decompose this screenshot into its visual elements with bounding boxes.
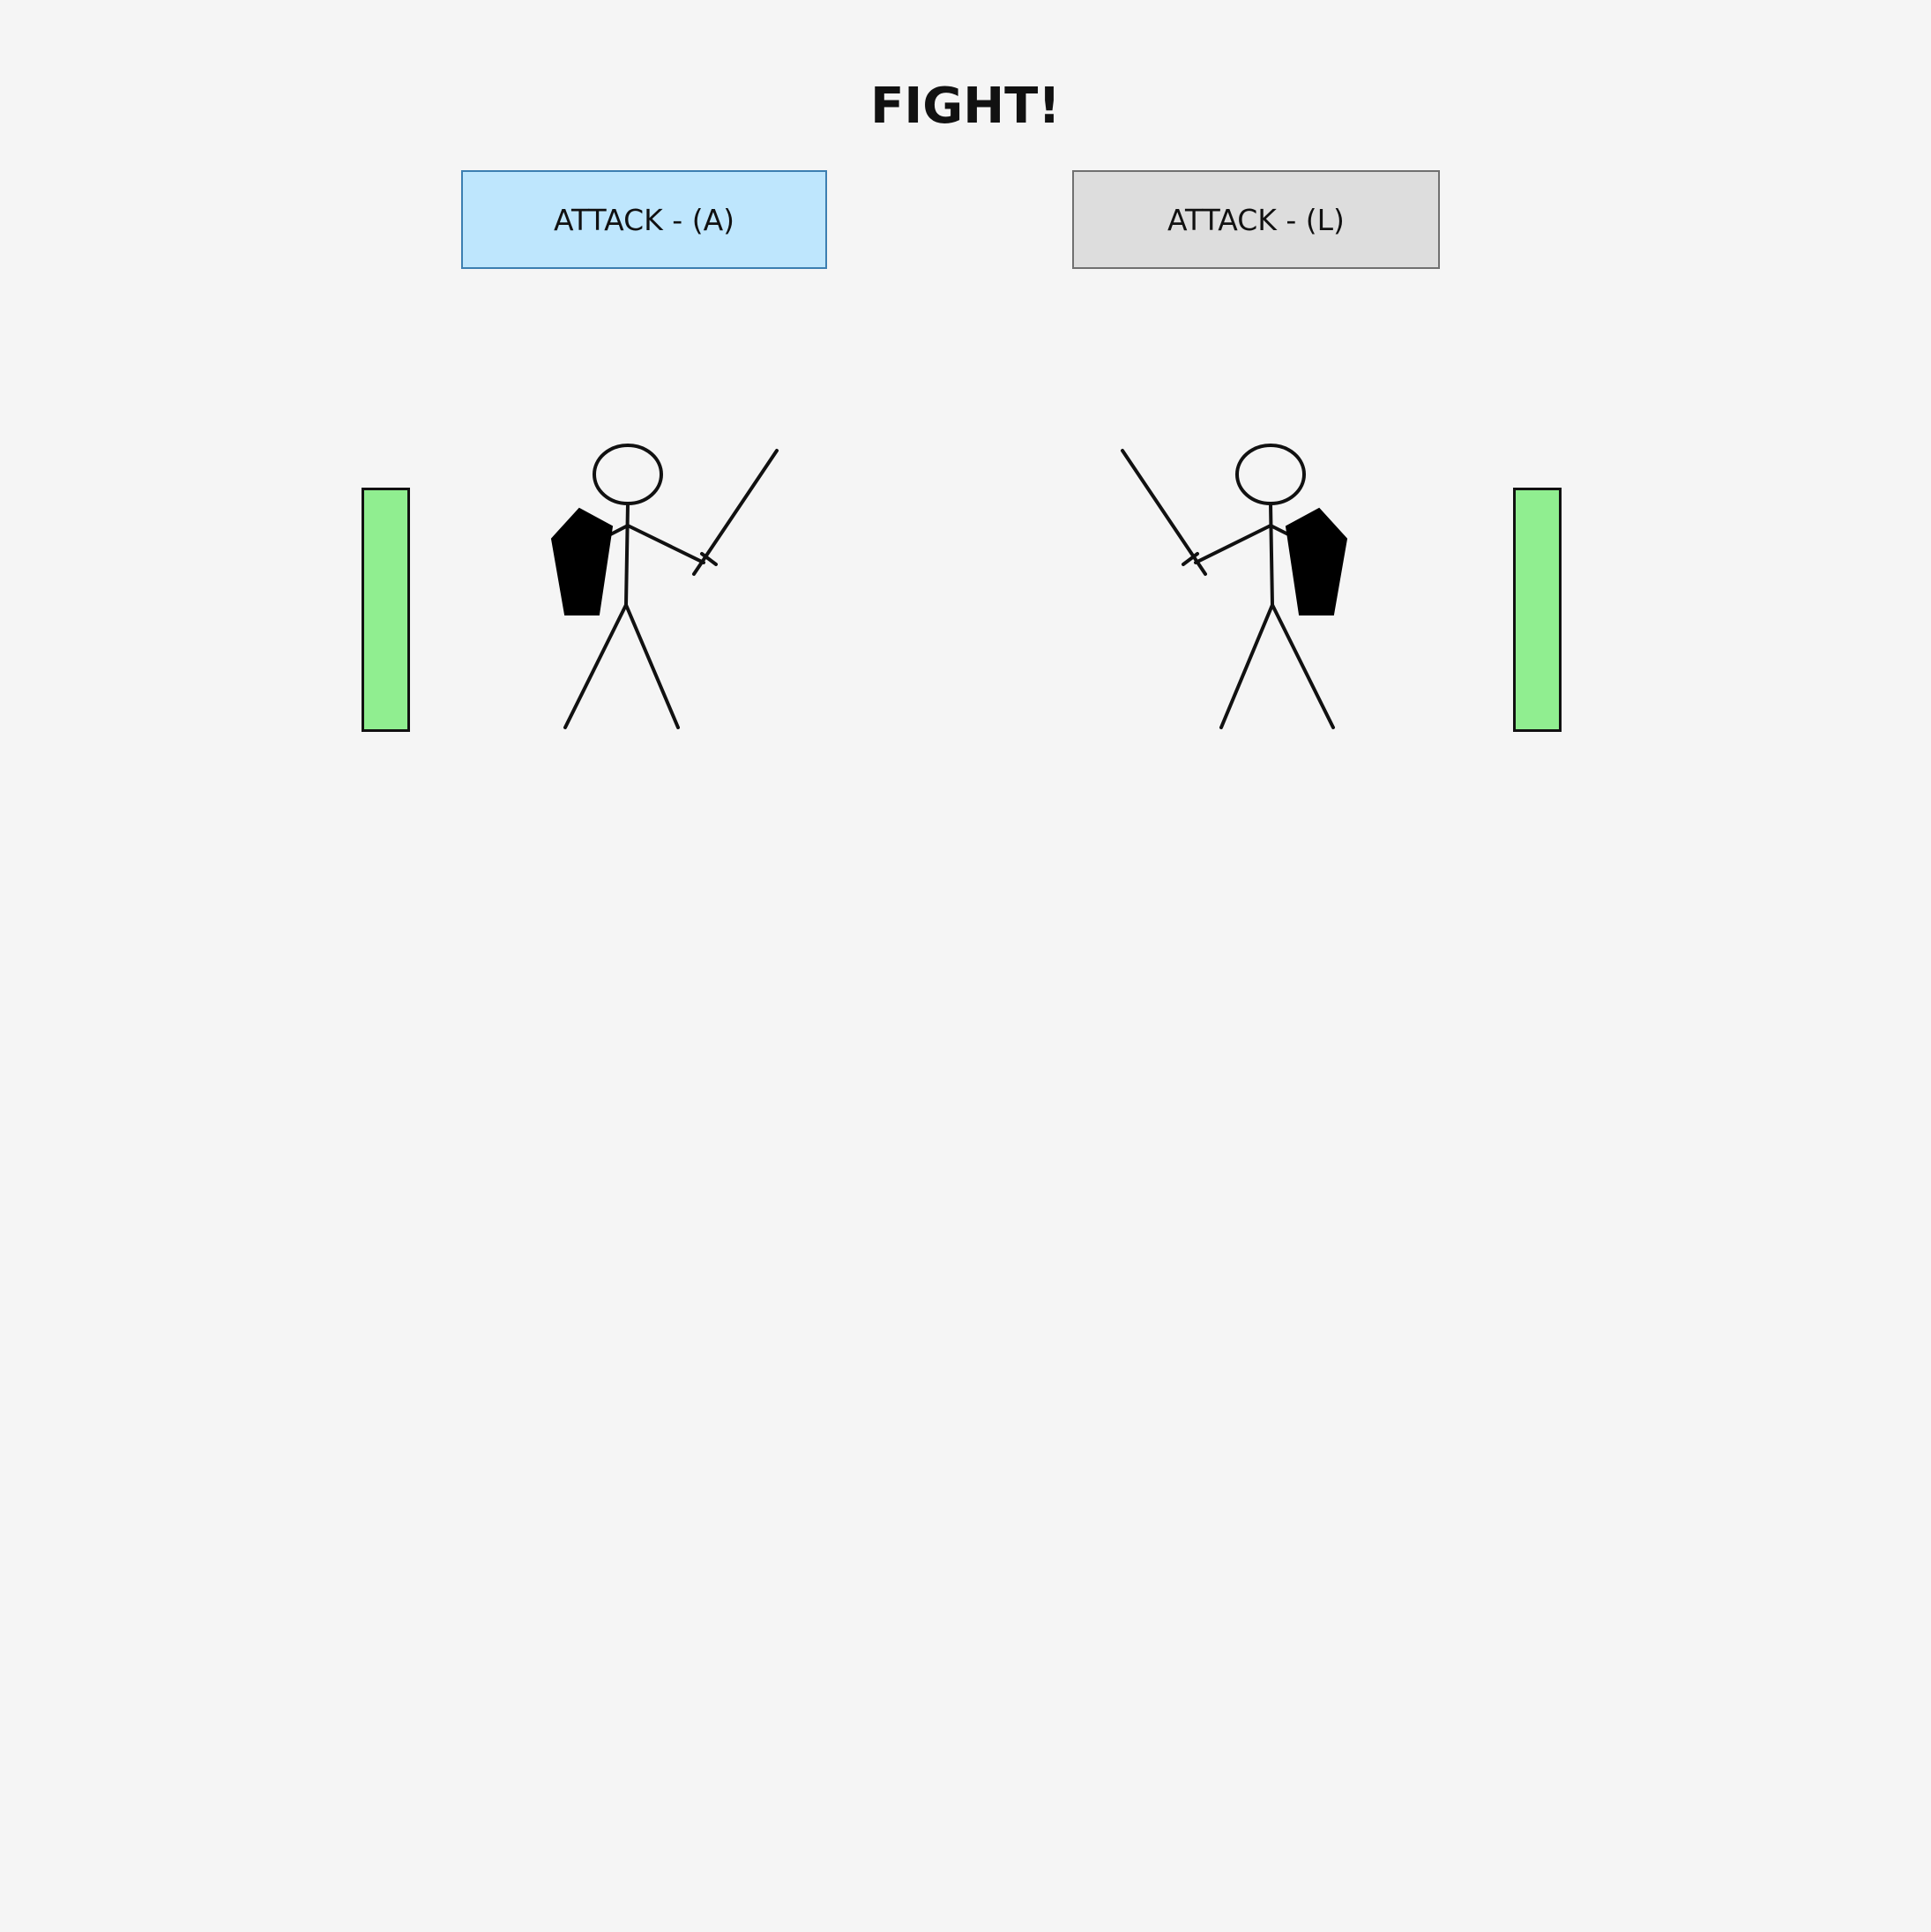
- player1-shield-icon: [550, 507, 614, 615]
- player2-left-leg: [1219, 603, 1274, 729]
- player1-left-leg: [563, 603, 628, 729]
- player1-attack-label: ATTACK - (A): [553, 202, 735, 237]
- player2-attack-label: ATTACK - (L): [1167, 202, 1345, 237]
- player2-health-fill: [1516, 490, 1559, 729]
- player1-torso: [624, 502, 630, 607]
- player1-right-leg: [624, 603, 680, 729]
- fight-title: FIGHT!: [870, 78, 1061, 135]
- player2-fighter-icon: [1121, 444, 1348, 729]
- player1-fighter-icon: [550, 444, 779, 729]
- player2-health-bar: [1513, 488, 1562, 732]
- player1-health-bar: [362, 488, 410, 732]
- player2-attack-button[interactable]: ATTACK - (L): [1072, 170, 1440, 269]
- player2-shield-icon: [1285, 507, 1348, 615]
- player1-health-fill: [364, 490, 407, 729]
- player2-sword-arm: [1194, 524, 1272, 564]
- player1-head: [593, 444, 663, 505]
- player2-head: [1235, 444, 1306, 505]
- player2-torso: [1269, 502, 1274, 607]
- player1-attack-button[interactable]: ATTACK - (A): [461, 170, 827, 269]
- player1-sword-arm: [626, 524, 705, 564]
- player2-right-leg: [1271, 603, 1335, 729]
